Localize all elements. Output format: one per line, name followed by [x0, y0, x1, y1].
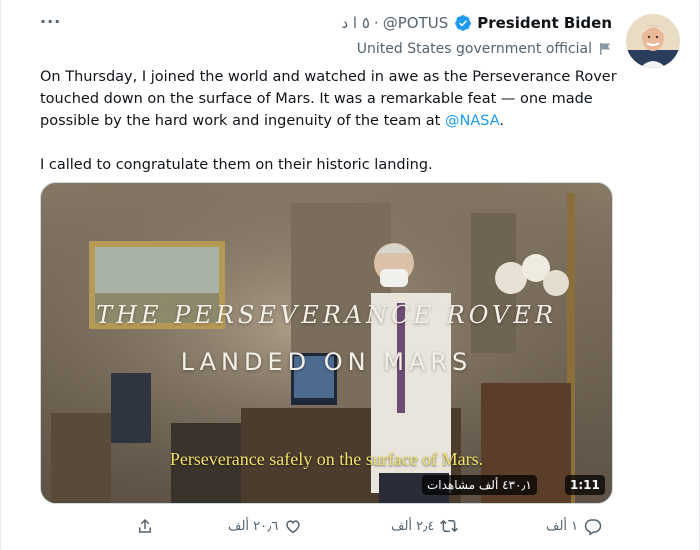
- tweet-card: ··· ٥ ا د · @POTUS President Biden Unite…: [0, 0, 700, 550]
- government-label[interactable]: United States government official: [357, 41, 592, 57]
- card-border-left: [0, 0, 1, 550]
- verified-badge-icon: [455, 15, 472, 31]
- tweet-text: On Thursday, I joined the world and watc…: [40, 66, 620, 176]
- video-caption: Perseverance safely on the surface of Ma…: [169, 449, 484, 469]
- view-count-badge: ٤٣٠٫١ ألف مشاهدات: [422, 475, 537, 495]
- user-handle[interactable]: @POTUS: [383, 14, 449, 32]
- avatar-image: [626, 14, 680, 68]
- retweet-icon: [440, 519, 459, 533]
- display-name[interactable]: President Biden: [477, 14, 612, 32]
- tweet-paragraph-2: I called to congratulate them on their h…: [40, 157, 433, 173]
- video-player[interactable]: THE PERSEVERANCE ROVER LANDED ON MARS Pe…: [40, 182, 613, 504]
- more-icon[interactable]: ···: [40, 12, 61, 31]
- retweet-count: ٢٫٤ ألف: [391, 518, 435, 534]
- header-separator: ·: [373, 14, 379, 32]
- reply-count: ١ ألف: [546, 518, 579, 534]
- retweet-button[interactable]: ٢٫٤ ألف: [391, 514, 459, 538]
- tweet-text-part1: On Thursday, I joined the world and watc…: [40, 69, 617, 129]
- avatar[interactable]: [626, 14, 680, 68]
- tweet-paragraph-1: On Thursday, I joined the world and watc…: [40, 66, 620, 132]
- tweet-header: ٥ ا د · @POTUS President Biden: [341, 12, 612, 34]
- government-flag-icon: [600, 43, 610, 55]
- reply-button[interactable]: ١ ألف: [546, 514, 602, 538]
- heart-icon: [286, 520, 301, 534]
- like-button[interactable]: ٢٠٫٦ ألف: [228, 514, 302, 538]
- tweet-time[interactable]: ٥ ا د: [341, 14, 369, 32]
- share-button[interactable]: [136, 514, 154, 538]
- account-label-row: United States government official: [357, 41, 612, 57]
- mention-link[interactable]: @NASA: [445, 113, 499, 129]
- action-bar: ٢٠٫٦ ألف ٢٫٤ ألف ١ ألف: [40, 514, 613, 538]
- video-title-line1: THE PERSEVERANCE ROVER: [96, 301, 557, 329]
- like-count: ٢٠٫٦ ألف: [228, 518, 279, 534]
- video-title-line2: LANDED ON MARS: [180, 348, 473, 376]
- duration-badge: 1:11: [565, 475, 605, 495]
- share-icon: [139, 518, 151, 533]
- tweet-text-part1-end: .: [499, 113, 504, 129]
- reply-icon: [584, 519, 602, 535]
